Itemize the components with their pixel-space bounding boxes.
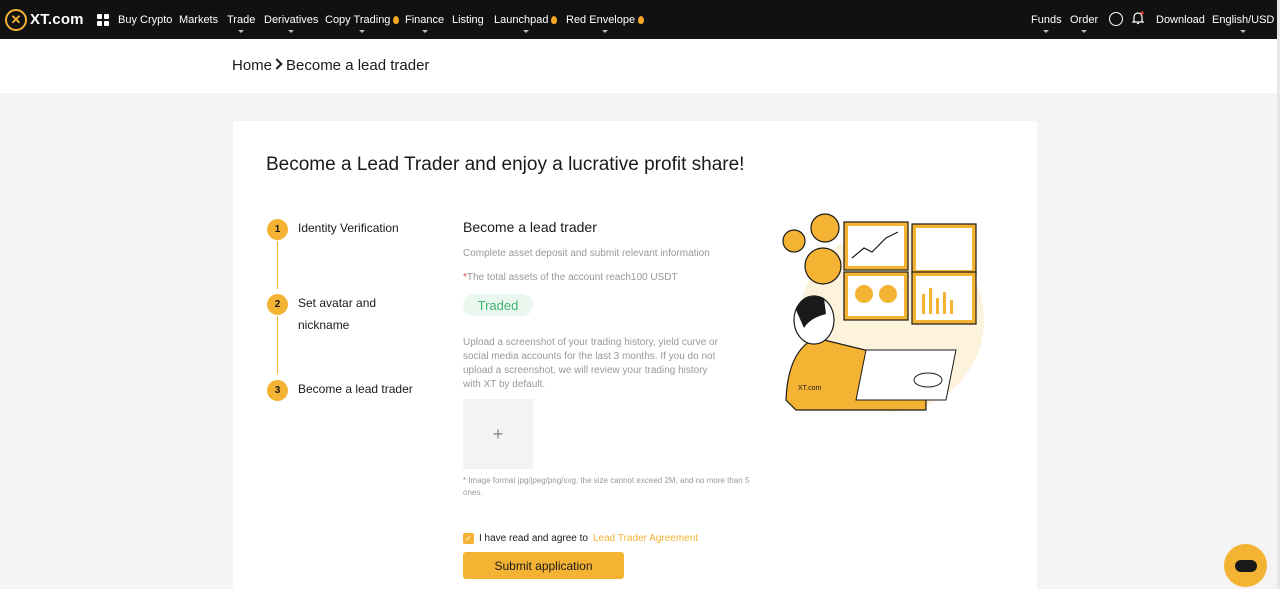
step-2-label-line1: Set avatar and	[298, 296, 377, 310]
nav-item-label: Red Envelope	[566, 13, 636, 26]
upload-hint-line-4: with XT by default.	[463, 379, 546, 390]
nav-item-buy-crypto[interactable]: Buy Crypto	[118, 0, 172, 39]
chevron-down-icon	[288, 30, 295, 33]
xt-logo[interactable]: ✕ XT.com	[5, 0, 84, 39]
step-1-label: Identity Verification	[298, 221, 399, 235]
chevron-down-icon	[602, 30, 609, 33]
step-3-label: Become a lead trader	[298, 382, 413, 396]
chevron-down-icon	[1240, 30, 1247, 33]
breadcrumb-bar	[0, 39, 1277, 93]
apps-grid-icon[interactable]	[96, 13, 109, 26]
image-format-note: * Image format jpg/jpeg/png/svg, the siz…	[463, 476, 750, 497]
nav-order-label: Order	[1070, 13, 1099, 26]
fire-icon	[638, 15, 645, 24]
chevron-down-icon	[359, 30, 366, 33]
page-title: Become a Lead Trader and enjoy a lucrati…	[266, 154, 745, 175]
nav-item-label: Markets	[179, 13, 219, 26]
step-connector	[277, 241, 278, 289]
breadcrumb-current: Become a lead trader	[286, 57, 430, 74]
fire-icon	[393, 15, 400, 24]
nav-item-trade[interactable]: Trade	[227, 0, 255, 39]
nav-download[interactable]: Download	[1156, 0, 1205, 39]
xt-logo-icon: ✕	[5, 8, 27, 31]
support-chat-button[interactable]	[1224, 544, 1267, 587]
nav-item-label: Trade	[227, 13, 256, 26]
chevron-down-icon	[1043, 30, 1050, 33]
chevron-down-icon	[238, 30, 245, 33]
chevron-down-icon	[421, 30, 428, 33]
step-3-number: 3	[267, 380, 288, 401]
lead-trader-illustration: XT.com	[782, 213, 984, 412]
step-1-number: 1	[267, 219, 288, 240]
chevron-down-icon	[522, 30, 529, 33]
nav-item-label: Launchpad	[494, 13, 549, 26]
nav-locale-label: English/USD	[1212, 13, 1275, 26]
nav-item-label: Finance	[405, 13, 445, 26]
chevron-down-icon	[1081, 30, 1088, 33]
chat-bubble-icon	[1234, 559, 1257, 572]
nav-item-copy-trading[interactable]: Copy Trading	[325, 0, 400, 39]
form-subtitle: Complete asset deposit and submit releva…	[463, 248, 710, 259]
nav-item-listing[interactable]: Listing	[452, 0, 484, 39]
nav-item-label: Copy Trading	[325, 13, 391, 26]
upload-hint-line-2: social media accounts for the last 3 mon…	[463, 351, 716, 362]
user-account-icon[interactable]	[1109, 12, 1123, 26]
nav-item-label: Buy Crypto	[118, 13, 173, 26]
nav-locale[interactable]: English/USD	[1212, 0, 1274, 39]
logo-text: XT.com	[30, 11, 84, 28]
nav-funds-label: Funds	[1031, 13, 1062, 26]
nav-item-finance[interactable]: Finance	[405, 0, 444, 39]
step-2-label-line2: nickname	[298, 318, 350, 332]
agreement-row: ✓ I have read and agree to Lead Trader A…	[463, 533, 698, 544]
lead-trader-agreement-link[interactable]: Lead Trader Agreement	[593, 533, 698, 544]
status-badge: Traded	[463, 294, 533, 316]
fire-icon	[551, 15, 558, 24]
requirement-text: *The total assets of the account reach10…	[463, 271, 678, 285]
nav-item-launchpad[interactable]: Launchpad	[494, 0, 558, 39]
submit-application-button[interactable]: Submit application	[463, 552, 624, 579]
agreement-checkbox[interactable]: ✓	[463, 533, 474, 544]
upload-hint-line-1: Upload a screenshot of your trading hist…	[463, 337, 718, 348]
nav-item-red-envelope[interactable]: Red Envelope	[566, 0, 645, 39]
nav-item-markets[interactable]: Markets	[179, 0, 218, 39]
illustration-logo-text: XT.com	[798, 385, 822, 392]
step-2-number: 2	[267, 294, 288, 315]
agreement-text: I have read and agree to	[479, 533, 588, 544]
form-title: Become a lead trader	[463, 219, 597, 235]
nav-item-derivatives[interactable]: Derivatives	[264, 0, 318, 39]
nav-download-label: Download	[1156, 13, 1205, 26]
nav-item-label: Derivatives	[264, 13, 319, 26]
requirement-label: The total assets of the account reach100…	[466, 272, 678, 283]
image-upload-button[interactable]: +	[463, 399, 533, 469]
upload-hint-line-3: upload a screenshot, we will review your…	[463, 365, 708, 376]
breadcrumb-home[interactable]: Home	[232, 57, 272, 74]
step-connector	[277, 316, 278, 374]
plus-icon: +	[492, 423, 504, 444]
nav-funds[interactable]: Funds	[1031, 0, 1062, 39]
nav-order[interactable]: Order	[1070, 0, 1098, 39]
notification-bell-icon[interactable]	[1132, 11, 1144, 25]
nav-item-label: Listing	[452, 13, 484, 26]
